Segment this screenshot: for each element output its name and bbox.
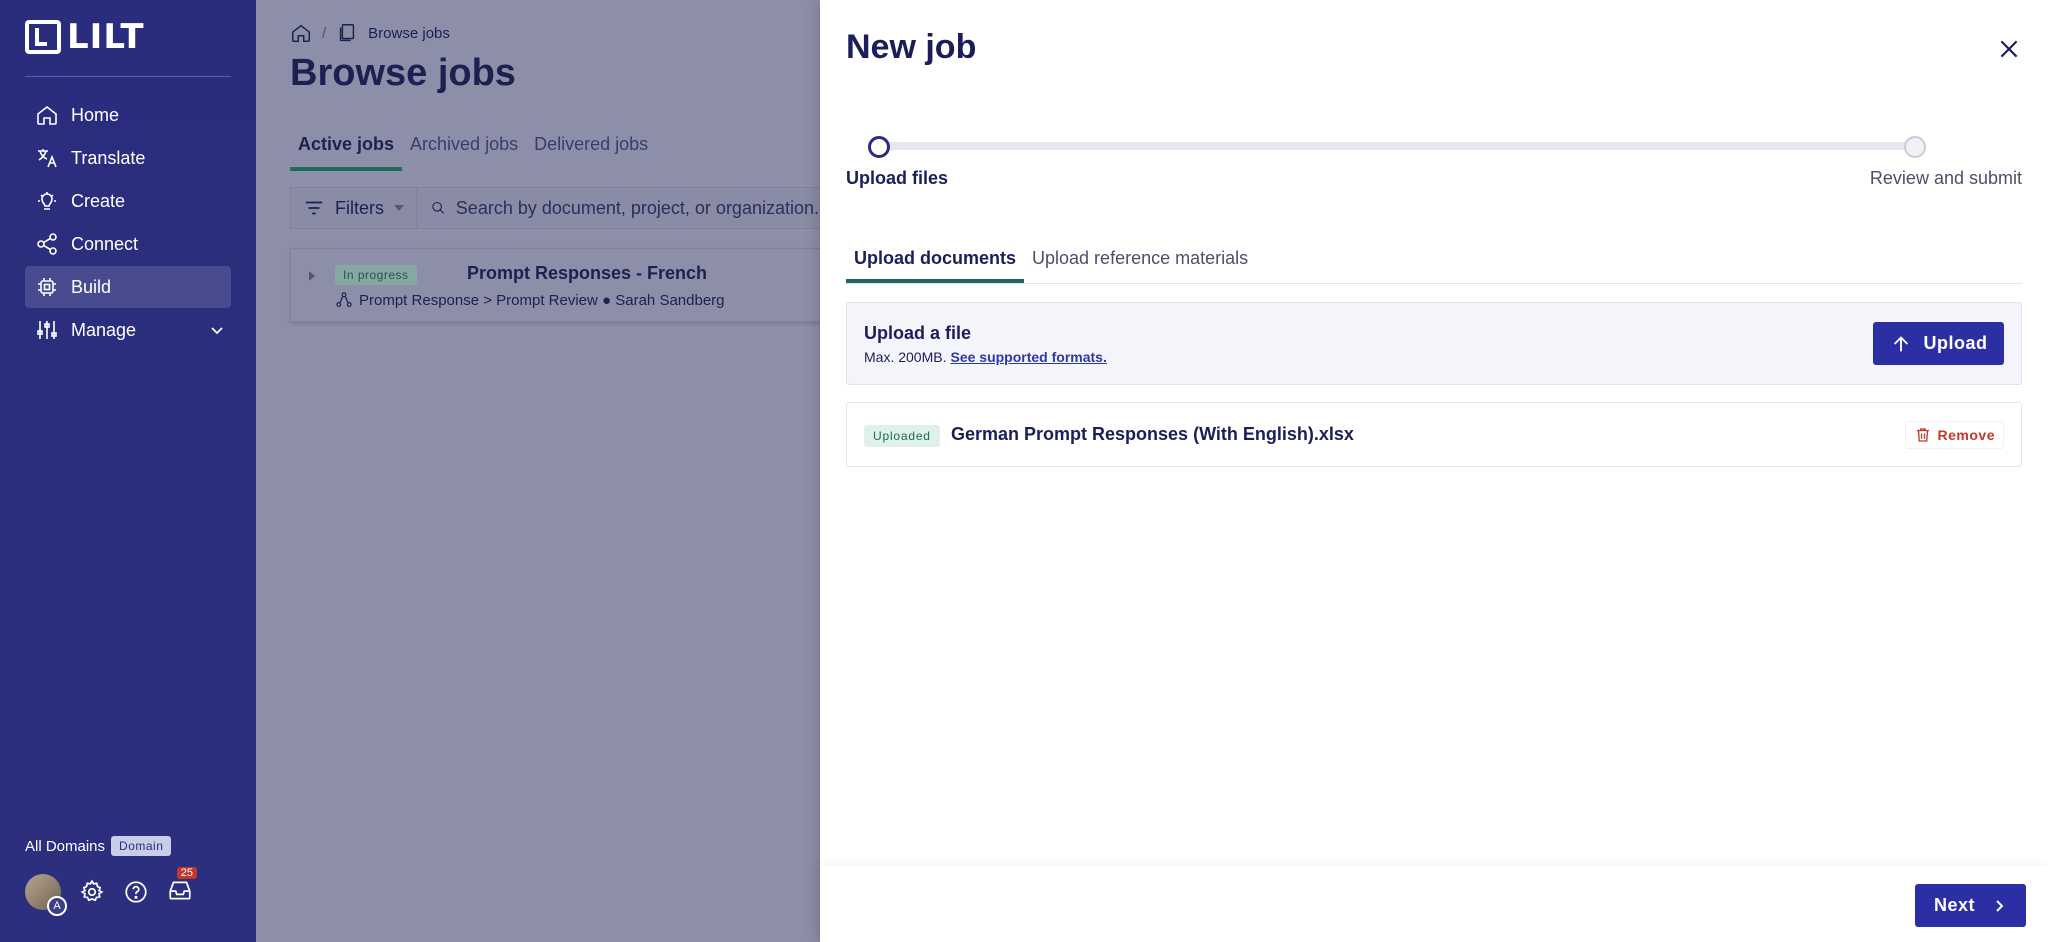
arrow-up-icon (1893, 335, 1908, 351)
inbox-button[interactable]: 25 (167, 866, 197, 908)
search-input[interactable]: Search by document, project, or organiza… (417, 197, 829, 219)
build-icon (38, 278, 56, 296)
sidebar-item-home[interactable]: Home (25, 94, 231, 136)
sidebar-divider (25, 76, 231, 77)
domain-badge: Domain (111, 836, 172, 856)
step-label-review-submit: Review and submit (1869, 168, 2022, 188)
logo-text: LILT (67, 17, 145, 57)
step-marker-upload-files (868, 136, 890, 158)
sidebar-item-build[interactable]: Build (25, 266, 231, 308)
remove-file-button[interactable]: Remove (1904, 421, 2004, 449)
inbox-icon (169, 881, 191, 900)
tab-upload-reference-materials[interactable]: Upload reference materials (1024, 240, 1256, 283)
tab-upload-documents[interactable]: Upload documents (846, 240, 1025, 283)
tab-archived-jobs[interactable]: Archived jobs (402, 130, 526, 171)
gear-icon[interactable] (79, 879, 105, 905)
breadcrumb-current[interactable]: Browse jobs (368, 25, 450, 42)
modal-title: New job (846, 28, 977, 66)
sidebar-item-label: Manage (71, 319, 137, 340)
upload-heading: Upload a file (864, 323, 972, 343)
close-icon[interactable] (1996, 36, 2022, 62)
upload-button-label: Upload (1923, 333, 1988, 353)
help-icon[interactable] (123, 879, 149, 905)
filter-bar: Filters Search by document, project, or … (290, 187, 830, 229)
upload-button[interactable]: Upload (1873, 322, 2004, 365)
lilt-logo[interactable]: LILT (25, 17, 145, 57)
step-marker-review-submit (1904, 136, 1926, 158)
file-name: German Prompt Responses (With English).x… (951, 424, 1354, 444)
page-title: Browse jobs (290, 52, 516, 94)
sidebar-item-label: Create (71, 190, 126, 211)
job-workflow-text: Prompt Response > Prompt Review ● Sarah … (359, 291, 725, 309)
job-row[interactable]: In progress Prompt Responses - French Pr… (290, 248, 830, 322)
sidebar-item-label: Connect (71, 233, 139, 254)
domain-selector[interactable]: All Domains Domain (25, 836, 172, 856)
sidebar-nav: Home Translate Create Connect Build Mana… (25, 94, 231, 352)
file-list-item: Uploaded German Prompt Responses (With E… (846, 402, 2022, 467)
avatar-initial: A (47, 896, 67, 916)
tab-active-jobs[interactable]: Active jobs (290, 130, 403, 171)
status-badge: In progress (335, 265, 417, 285)
translate-icon (38, 149, 57, 168)
step-label-upload-files: Upload files (846, 168, 949, 188)
home-icon[interactable] (290, 22, 312, 44)
job-title[interactable]: Prompt Responses - French (467, 263, 707, 284)
remove-label: Remove (1937, 427, 1995, 443)
supported-formats-link[interactable]: See supported formats. (950, 349, 1106, 365)
upload-subtext: Max. 200MB. See supported formats. (864, 349, 1107, 365)
filter-icon (305, 201, 323, 215)
upload-size-limit: Max. 200MB. (864, 349, 947, 365)
sidebar-item-translate[interactable]: Translate (25, 137, 231, 179)
domains-label: All Domains (25, 837, 106, 855)
next-button-label: Next (1933, 895, 1975, 915)
status-badge: Uploaded (864, 425, 940, 447)
sidebar-item-manage[interactable]: Manage (25, 309, 231, 351)
inbox-count-badge: 25 (176, 866, 197, 879)
caret-down-icon (394, 205, 405, 211)
modal-footer: Next (820, 866, 2048, 942)
new-job-modal: New job Upload files Review and submit U… (820, 0, 2048, 942)
upload-tabs: Upload documents Upload reference materi… (846, 240, 2022, 284)
sidebar-item-label: Build (71, 276, 112, 297)
filters-label: Filters (335, 197, 384, 218)
breadcrumb: / Browse jobs (290, 22, 450, 44)
jobs-icon (340, 24, 355, 42)
sidebar-item-create[interactable]: Create (25, 180, 231, 222)
sidebar-footer: A 25 (25, 866, 197, 916)
manage-icon (37, 321, 57, 339)
chevron-down-icon[interactable] (209, 322, 225, 338)
search-icon (432, 201, 445, 214)
sidebar-item-connect[interactable]: Connect (25, 223, 231, 265)
tab-delivered-jobs[interactable]: Delivered jobs (526, 130, 656, 171)
breadcrumb-separator: / (322, 24, 327, 42)
create-icon (38, 192, 56, 210)
jobs-tabs: Active jobs Archived jobs Delivered jobs (290, 130, 656, 171)
next-button[interactable]: Next (1915, 884, 2026, 927)
trash-icon (1916, 428, 1929, 442)
stepper-track (880, 142, 1916, 150)
expand-arrow-icon[interactable] (309, 271, 315, 281)
sidebar-item-label: Translate (71, 147, 146, 168)
logo-mark-icon (25, 20, 61, 54)
sidebar-item-label: Home (71, 104, 120, 125)
chevron-right-icon (1996, 899, 2004, 912)
home-icon (37, 105, 57, 125)
avatar[interactable]: A (25, 874, 67, 916)
sidebar: LILT Home Translate Create Connect Build… (0, 0, 256, 942)
main-content: / Browse jobs Browse jobs Active jobs Ar… (256, 0, 830, 942)
workflow-icon (336, 292, 352, 307)
search-placeholder: Search by document, project, or organiza… (455, 197, 829, 218)
upload-dropzone[interactable]: Upload a file Max. 200MB. See supported f… (846, 302, 2022, 385)
filters-button[interactable]: Filters (291, 188, 418, 228)
job-meta: Prompt Response > Prompt Review ● Sarah … (335, 291, 725, 309)
connect-icon (37, 233, 57, 255)
